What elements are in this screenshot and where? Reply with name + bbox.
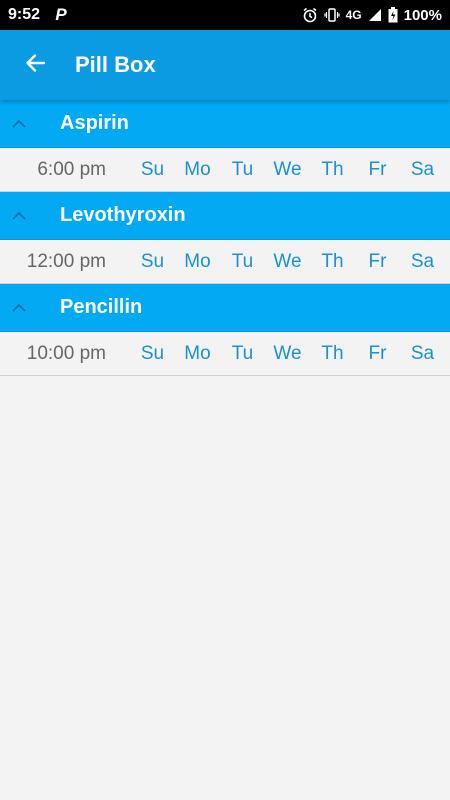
dose-time[interactable]: 12:00 pm: [0, 251, 130, 273]
medication-name: Aspirin: [60, 112, 129, 134]
day-toggle-wednesday[interactable]: We: [265, 251, 310, 273]
day-toggle-saturday[interactable]: Sa: [400, 159, 445, 181]
status-time: 9:52: [8, 6, 41, 23]
back-button[interactable]: [0, 30, 70, 100]
day-selector: Su Mo Tu We Th Fr Sa: [130, 159, 445, 181]
day-toggle-tuesday[interactable]: Tu: [220, 159, 265, 181]
medication-name: Pencillin: [60, 296, 143, 318]
schedule-row: 6:00 pm Su Mo Tu We Th Fr Sa: [0, 148, 450, 192]
app-bar: Pill Box: [0, 30, 450, 100]
signal-icon: [368, 8, 382, 22]
day-toggle-monday[interactable]: Mo: [175, 343, 220, 365]
vibrate-icon: [324, 7, 340, 23]
parking-app-icon: P: [55, 5, 67, 24]
alarm-icon: [302, 7, 318, 23]
day-toggle-sunday[interactable]: Su: [130, 343, 175, 365]
day-selector: Su Mo Tu We Th Fr Sa: [130, 343, 445, 365]
day-toggle-friday[interactable]: Fr: [355, 251, 400, 273]
day-toggle-monday[interactable]: Mo: [175, 251, 220, 273]
day-toggle-saturday[interactable]: Sa: [400, 251, 445, 273]
battery-level: 100%: [403, 6, 442, 24]
arrow-left-icon: [24, 52, 46, 79]
medication-name: Levothyroxin: [60, 204, 186, 226]
day-toggle-sunday[interactable]: Su: [130, 159, 175, 181]
day-toggle-tuesday[interactable]: Tu: [220, 343, 265, 365]
day-selector: Su Mo Tu We Th Fr Sa: [130, 251, 445, 273]
day-toggle-thursday[interactable]: Th: [310, 343, 355, 365]
chevron-up-icon[interactable]: [0, 100, 38, 148]
day-toggle-friday[interactable]: Fr: [355, 343, 400, 365]
battery-icon: [388, 7, 398, 23]
status-right: 4G 100%: [302, 7, 442, 24]
day-toggle-wednesday[interactable]: We: [265, 159, 310, 181]
day-toggle-sunday[interactable]: Su: [130, 251, 175, 273]
status-left: 9:52 P: [8, 5, 68, 24]
day-toggle-wednesday[interactable]: We: [265, 343, 310, 365]
day-toggle-thursday[interactable]: Th: [310, 251, 355, 273]
medication-list: Aspirin 6:00 pm Su Mo Tu We Th Fr Sa Lev…: [0, 100, 450, 376]
medication-header[interactable]: Pencillin: [0, 284, 450, 332]
day-toggle-friday[interactable]: Fr: [355, 159, 400, 181]
status-bar: 9:52 P 4G 100%: [0, 0, 450, 30]
dose-time[interactable]: 10:00 pm: [0, 343, 130, 365]
dose-time[interactable]: 6:00 pm: [0, 159, 130, 181]
page-title: Pill Box: [75, 52, 156, 77]
day-toggle-tuesday[interactable]: Tu: [220, 251, 265, 273]
chevron-up-icon[interactable]: [0, 192, 38, 240]
schedule-row: 12:00 pm Su Mo Tu We Th Fr Sa: [0, 240, 450, 284]
medication-header[interactable]: Aspirin: [0, 100, 450, 148]
day-toggle-monday[interactable]: Mo: [175, 159, 220, 181]
medication-header[interactable]: Levothyroxin: [0, 192, 450, 240]
day-toggle-thursday[interactable]: Th: [310, 159, 355, 181]
chevron-up-icon[interactable]: [0, 284, 38, 332]
day-toggle-saturday[interactable]: Sa: [400, 343, 445, 365]
schedule-row: 10:00 pm Su Mo Tu We Th Fr Sa: [0, 332, 450, 376]
network-type: 4G: [345, 8, 362, 22]
